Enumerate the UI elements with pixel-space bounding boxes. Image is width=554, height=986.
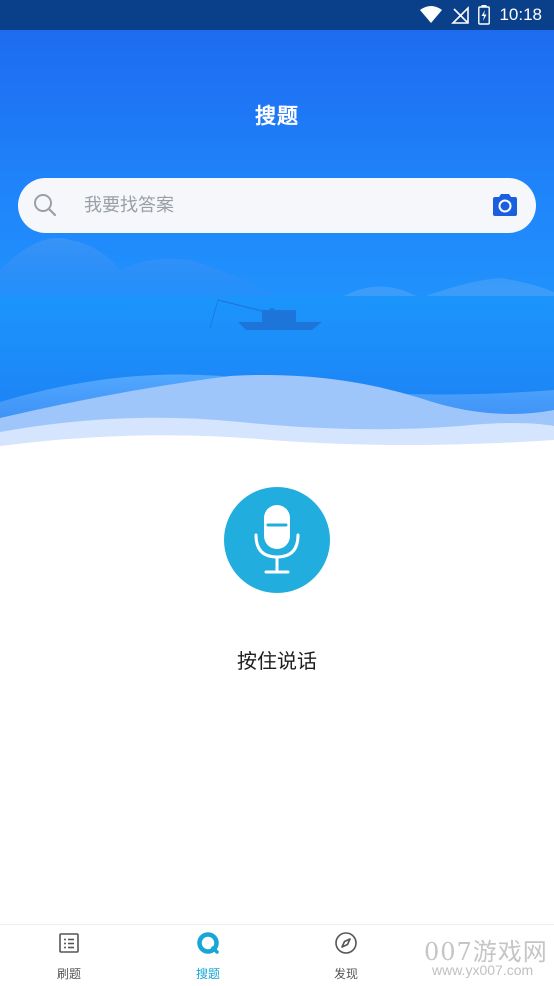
- microphone-icon: [254, 505, 300, 574]
- lake-scene-illustration: [0, 238, 554, 460]
- nav-item-search[interactable]: 搜题: [168, 925, 248, 986]
- voice-record-button[interactable]: [224, 487, 330, 593]
- nav-label-search: 搜题: [195, 967, 220, 981]
- hold-to-speak-label: 按住说话: [237, 649, 317, 673]
- hero-banner: 搜题: [0, 30, 554, 460]
- battery-icon: [478, 5, 491, 25]
- status-bar: 10:18: [0, 0, 554, 30]
- list-icon: [59, 933, 79, 953]
- search-input[interactable]: [84, 178, 484, 233]
- nav-label-practice: 刷题: [56, 967, 81, 981]
- app-screen: 10:18 搜题 我要找答案 按住说话 刷题 搜题 发现 007游戏网 www.…: [0, 0, 554, 986]
- watermark-url: www.yx007.com: [432, 962, 534, 978]
- search-icon: [34, 194, 57, 217]
- nav-item-discover[interactable]: 发现: [306, 925, 386, 986]
- wifi-icon: [420, 6, 443, 23]
- status-time: 10:18: [499, 5, 542, 24]
- nav-item-practice[interactable]: 刷题: [29, 925, 109, 986]
- page-title: 搜题: [255, 104, 299, 128]
- no-signal-icon: [451, 6, 470, 24]
- nav-label-discover: 发现: [333, 967, 358, 981]
- search-bar[interactable]: [18, 178, 536, 233]
- compass-icon: [335, 932, 357, 954]
- search-circle-icon: [197, 932, 219, 954]
- camera-icon[interactable]: [491, 192, 519, 218]
